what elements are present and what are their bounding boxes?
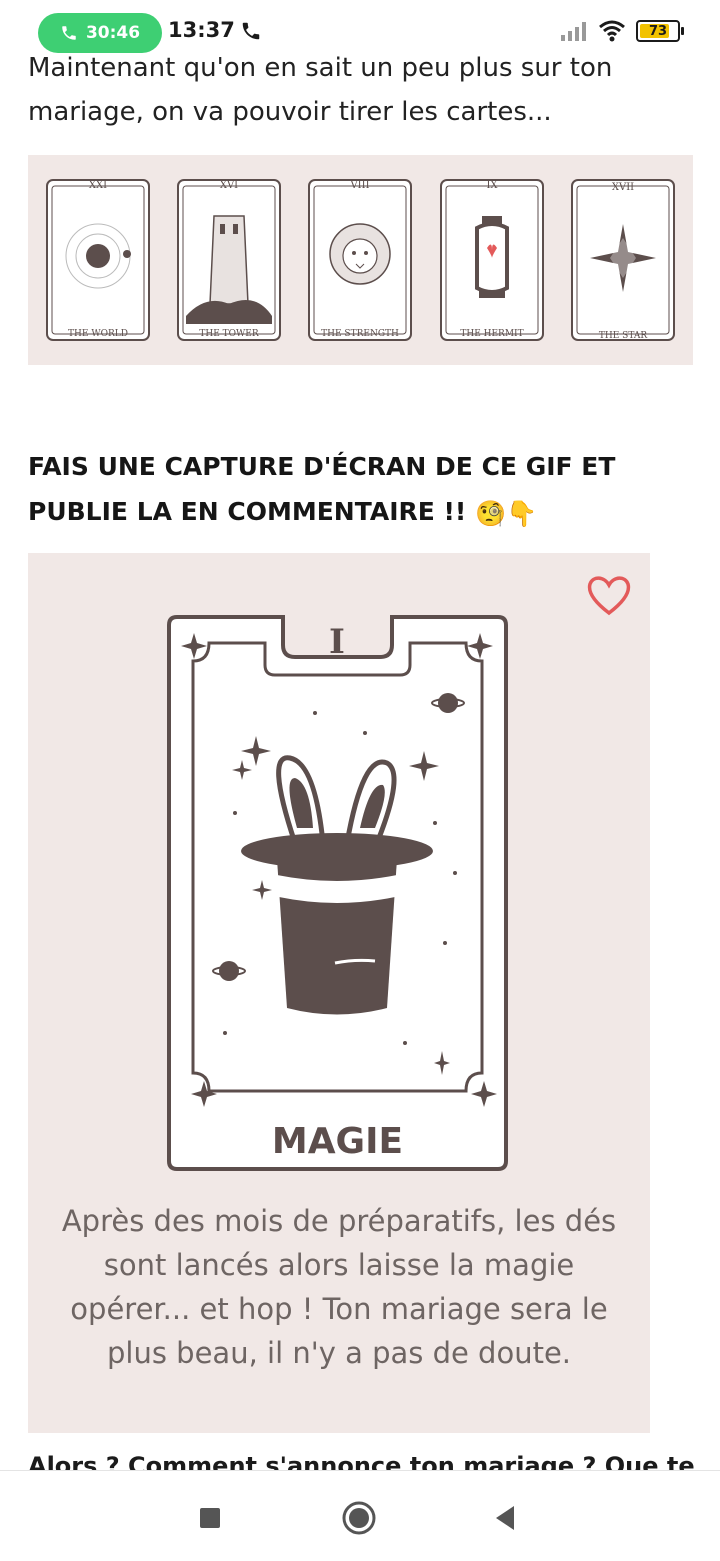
tarot-card-star: XVII THE STAR [571, 179, 676, 341]
phone-icon [242, 22, 260, 40]
tarot-card-tower: XVI THE TOWER [177, 179, 282, 341]
monocle-and-pointing-down-emoji: 🧐👇 [475, 498, 538, 528]
tarot-card-strength: VIII THE STRENGTH [308, 179, 413, 341]
home-button[interactable] [342, 1501, 376, 1535]
magic-tarot-card: I [167, 615, 508, 1171]
battery-icon: 73 [636, 20, 684, 42]
call-timer: 30:46 [85, 23, 141, 43]
svg-text:THE TOWER: THE TOWER [199, 329, 258, 339]
card-numeral: I [329, 622, 345, 662]
status-bar: 30:46 13:37 73 [0, 0, 720, 56]
tarot-cards-banner: XXI THE WORLD XVI THE TOWER VIII THE STR… [28, 155, 693, 365]
signal-icon [561, 22, 586, 41]
call-to-action-heading: FAIS UNE CAPTURE D'ÉCRAN DE CE GIF ET PU… [28, 444, 678, 536]
heart-icon [587, 576, 631, 616]
svg-text:IX: IX [486, 180, 498, 191]
card-name: THE WORLD [68, 329, 128, 339]
phone-icon [62, 26, 76, 40]
clock: 13:37 [168, 18, 235, 42]
intro-paragraph: Maintenant qu'on en sait un peu plus sur… [28, 53, 613, 127]
card-numeral: XXI [89, 180, 107, 191]
svg-text:THE STRENGTH: THE STRENGTH [322, 329, 400, 339]
next-paragraph-partial: Alors ? Comment s'annonce ton mariage ? … [28, 1452, 708, 1472]
svg-text:THE HERMIT: THE HERMIT [460, 329, 523, 339]
wifi-icon [599, 20, 625, 42]
svg-text:XVI: XVI [220, 180, 238, 191]
next-paragraph-text: Alors ? Comment s'annonce ton mariage ? … [28, 1452, 695, 1472]
system-navigation-bar [0, 1470, 720, 1561]
tarot-card-hermit: IX THE HERMIT [439, 179, 544, 341]
ongoing-call-pill[interactable]: 30:46 [38, 13, 162, 53]
tarot-gif[interactable]: I MAGIE Après des mois de préparatifs, l… [28, 553, 650, 1433]
tarot-card-world: XXI THE WORLD [45, 179, 150, 341]
system-icons: 73 [560, 20, 684, 42]
svg-text:VIII: VIII [350, 180, 370, 191]
recent-apps-button[interactable] [193, 1501, 227, 1535]
svg-text:THE STAR: THE STAR [599, 331, 647, 341]
card-title: MAGIE [271, 1121, 404, 1162]
battery-level: 73 [648, 23, 668, 39]
back-button[interactable] [490, 1501, 524, 1535]
svg-text:XVII: XVII [612, 182, 634, 193]
card-description: Après des mois de préparatifs, les dés s… [61, 1204, 617, 1370]
